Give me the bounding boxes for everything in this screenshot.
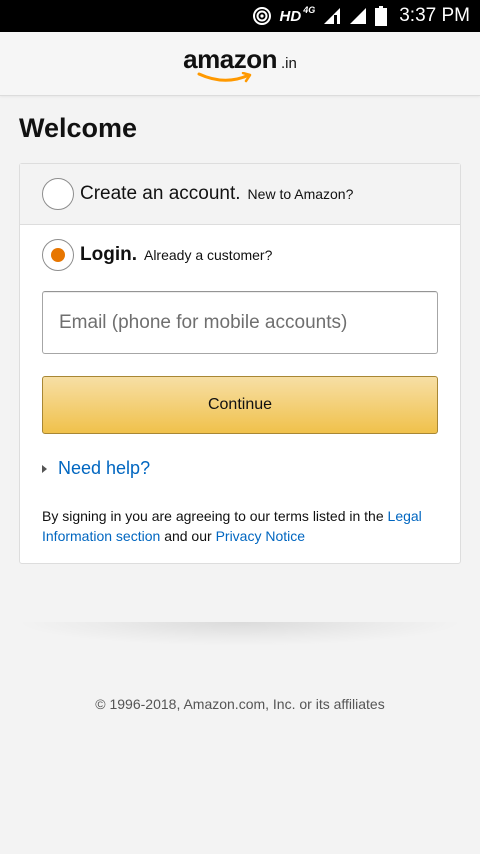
section-divider (15, 622, 465, 646)
caret-right-icon (42, 464, 47, 473)
signal-icon (349, 7, 367, 25)
hd-label: HD (279, 7, 302, 25)
need-help-link[interactable]: Need help? (42, 458, 150, 479)
continue-button[interactable]: Continue (42, 376, 438, 434)
legal-prefix: By signing in you are agreeing to our te… (42, 508, 384, 524)
create-account-radio[interactable] (42, 178, 74, 210)
clock: 3:37 PM (399, 5, 470, 26)
network-type-label: 4G (303, 4, 316, 15)
logo-wordmark: amazon (183, 44, 277, 74)
battery-icon (375, 6, 388, 26)
radio-dot (51, 248, 65, 262)
legal-middle: and our (164, 528, 212, 544)
auth-card: Create an account. New to Amazon? Login.… (19, 163, 461, 564)
create-account-option[interactable]: Create an account. New to Amazon? (20, 164, 460, 225)
smile-arrow-icon (197, 72, 252, 83)
login-sub: Already a customer? (143, 247, 273, 263)
create-account-sub: New to Amazon? (247, 186, 354, 202)
page-title: Welcome (19, 113, 138, 143)
login-label: Login. (80, 244, 137, 265)
app-header: amazon .in (0, 32, 480, 96)
signal-icon (323, 7, 341, 25)
need-help-label: Need help? (58, 458, 151, 478)
create-account-label: Create an account. (80, 183, 241, 204)
logo-tld: .in (280, 55, 297, 72)
network-indicator: HD 4G (279, 4, 316, 25)
status-bar: HD 4G 3:37 PM (0, 0, 480, 32)
hotspot-icon (252, 6, 272, 26)
login-radio[interactable] (42, 239, 74, 271)
privacy-notice-link[interactable]: Privacy Notice (216, 528, 305, 544)
login-option[interactable]: Login. Already a customer? (42, 239, 272, 271)
legal-notice: By signing in you are agreeing to our te… (42, 506, 442, 546)
footer-copyright: © 1996-2018, Amazon.com, Inc. or its aff… (95, 696, 385, 712)
amazon-logo[interactable]: amazon .in (183, 44, 297, 83)
email-input[interactable] (42, 291, 438, 354)
